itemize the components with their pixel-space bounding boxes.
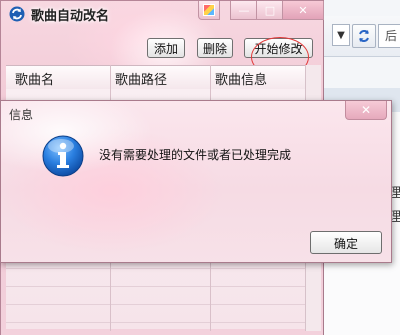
dialog-close-button[interactable]: ✕: [345, 101, 387, 120]
background-toolbar: ▼ 后: [320, 16, 400, 57]
skin-button[interactable]: [198, 1, 220, 20]
column-header-song-path[interactable]: 歌曲路径: [115, 69, 167, 88]
column-header-song-info[interactable]: 歌曲信息: [215, 69, 267, 88]
ok-button[interactable]: 确定: [310, 231, 382, 254]
app-refresh-icon: [9, 6, 25, 22]
start-rename-button[interactable]: 开始修改: [244, 38, 313, 58]
window-title: 歌曲自动改名: [31, 9, 110, 24]
column-header-song-name[interactable]: 歌曲名: [15, 69, 54, 88]
close-button[interactable]: ✕: [282, 1, 324, 20]
dialog-title: 信息: [9, 108, 34, 122]
background-field[interactable]: 后: [378, 24, 400, 48]
palette-icon: [203, 4, 215, 16]
refresh-button[interactable]: [352, 24, 376, 48]
maximize-button[interactable]: □: [256, 1, 284, 20]
delete-button[interactable]: 删除: [197, 38, 233, 58]
screen: ▼ 后 理 理 歌曲自动改名 — □ ✕ 添加 删除 开始修改 歌曲名 歌曲路径…: [0, 0, 400, 335]
info-icon: [42, 135, 84, 177]
dialog-message: 没有需要处理的文件或者已处理完成: [99, 148, 292, 162]
song-list-header: 歌曲名 歌曲路径 歌曲信息: [6, 65, 320, 91]
info-dialog: 信息 ✕ 没有需要处理的文件或者已处理完成 确定: [0, 100, 392, 263]
minimize-button[interactable]: —: [230, 1, 258, 20]
refresh-icon: [359, 30, 369, 42]
add-button[interactable]: 添加: [147, 38, 185, 58]
dropdown-arrow-icon[interactable]: ▼: [332, 24, 350, 46]
